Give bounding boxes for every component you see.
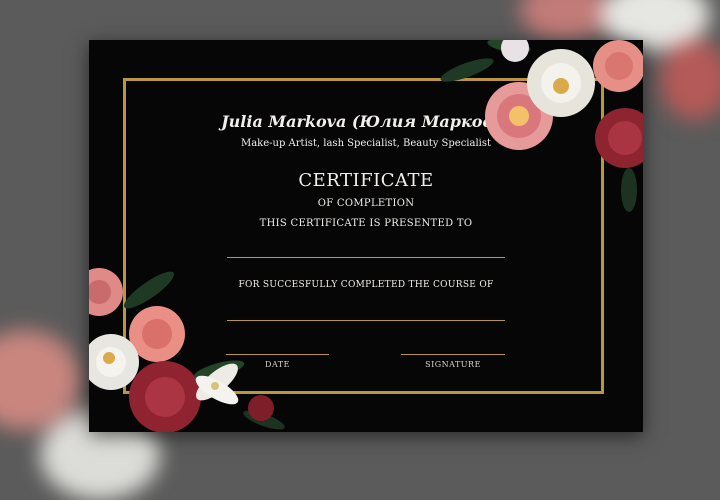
- background-flower: [660, 40, 720, 120]
- background-flower: [0, 330, 80, 430]
- crimson-rose-left: [129, 361, 201, 432]
- pink-rose-left: [89, 268, 123, 316]
- flower-decoration-bottom-left: [89, 268, 285, 432]
- small-red-bud: [248, 395, 274, 421]
- certificate-card: Julia Markova (Юлия Маркова) Make-up Art…: [89, 40, 643, 432]
- background-flower: [520, 0, 610, 40]
